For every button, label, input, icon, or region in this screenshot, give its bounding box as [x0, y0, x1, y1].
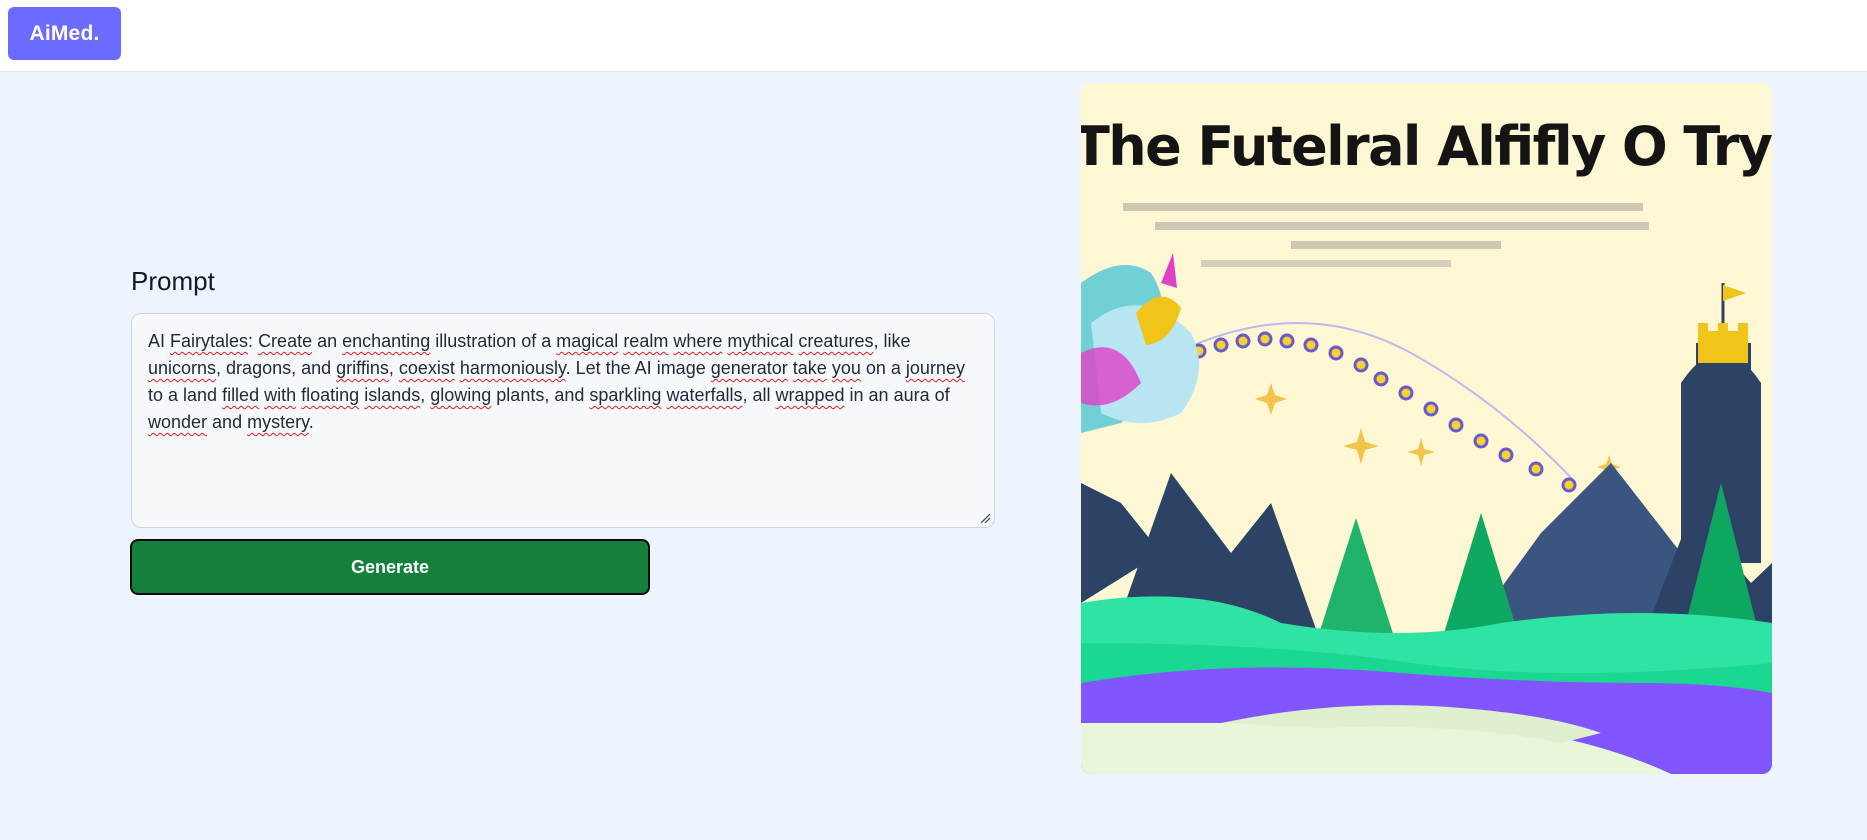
prompt-textarea[interactable]: AI Fairytales: Create an enchanting illu… [131, 313, 995, 528]
prompt-word-misspelled: coexist [398, 358, 455, 378]
prompt-word-misspelled: generator [710, 358, 788, 378]
prompt-word-misspelled: waterfalls [666, 385, 743, 405]
prompt-word-misspelled: griffins [336, 358, 389, 378]
prompt-text-segment: , [420, 385, 431, 405]
prompt-word-misspelled: magical [556, 331, 619, 351]
prompt-word-misspelled: islands [364, 385, 421, 405]
prompt-text-segment: to a land [148, 385, 223, 405]
prompt-text-segment: AI [148, 331, 171, 351]
prompt-word-misspelled: journey [905, 358, 965, 378]
top-header: AiMed. [0, 0, 1867, 72]
prompt-word-misspelled: glowing [430, 385, 492, 405]
prompt-text-segment: . [308, 412, 314, 432]
generate-button[interactable]: Generate [130, 539, 650, 595]
prompt-word-misspelled: harmoniously [459, 358, 566, 378]
prompt-word-misspelled: filled [222, 385, 260, 405]
fairytale-illustration: The Futelral Alfifly O Try [1081, 83, 1772, 774]
prompt-text-segment: and [207, 412, 248, 432]
prompt-word-misspelled: mystery [247, 412, 309, 432]
prompt-text-segment: , all [742, 385, 776, 405]
prompt-text: AI Fairytales: Create an enchanting illu… [148, 328, 978, 436]
prompt-text-segment: , [388, 358, 399, 378]
prompt-word-misspelled: realm [623, 331, 669, 351]
prompt-word-misspelled: floating [301, 385, 360, 405]
prompt-text-segment: plants, and [491, 385, 590, 405]
prompt-word-misspelled: where [673, 331, 723, 351]
prompt-text-segment: on a [860, 358, 906, 378]
prompt-word-misspelled: wrapped [775, 385, 845, 405]
prompt-text-segment: an [312, 331, 343, 351]
prompt-label: Prompt [131, 266, 215, 296]
prompt-text-segment: : [248, 331, 259, 351]
prompt-text-segment: illustration of a [430, 331, 557, 351]
prompt-text-segment: . Let the AI image [565, 358, 711, 378]
prompt-word-misspelled: unicorns [148, 358, 217, 378]
generated-image: The Futelral Alfifly O Try [1081, 83, 1772, 774]
prompt-text-segment: in an aura of [844, 385, 950, 405]
image-title-text: The Futelral Alfifly O Try [1081, 115, 1772, 178]
prompt-word-misspelled: you [831, 358, 861, 378]
prompt-word-misspelled: Create [258, 331, 313, 351]
prompt-text-segment: , dragons, and [216, 358, 337, 378]
prompt-word-misspelled: creatures [798, 331, 874, 351]
prompt-text-segment: , like [873, 331, 911, 351]
prompt-word-misspelled: wonder [148, 412, 208, 432]
prompt-word-misspelled: with [264, 385, 297, 405]
prompt-word-misspelled: mythical [727, 331, 794, 351]
prompt-word-misspelled: take [792, 358, 827, 378]
logo[interactable]: AiMed. [8, 7, 121, 60]
prompt-word-misspelled: Fairytales [170, 331, 249, 351]
prompt-word-misspelled: sparkling [589, 385, 662, 405]
resize-handle-icon[interactable] [979, 512, 991, 524]
prompt-word-misspelled: enchanting [342, 331, 431, 351]
